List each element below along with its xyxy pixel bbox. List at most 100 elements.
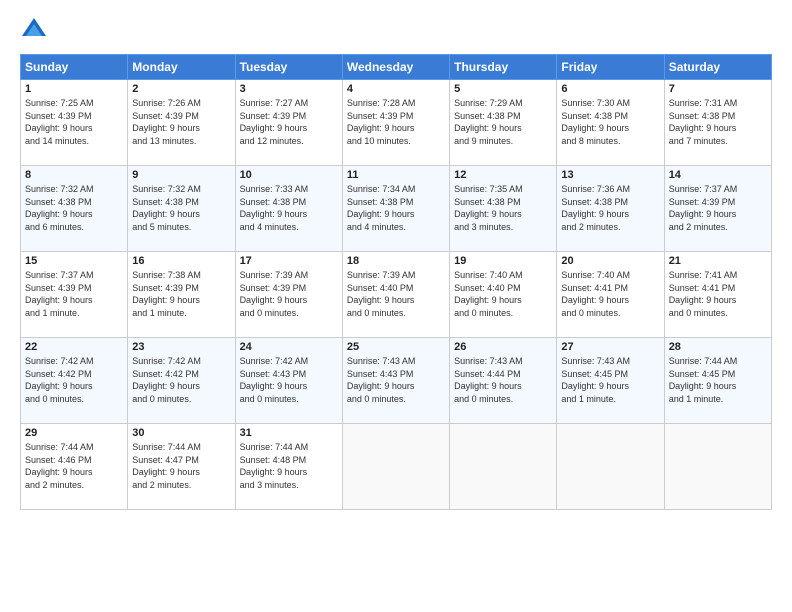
calendar-cell: 6 Sunrise: 7:30 AM Sunset: 4:38 PM Daylig… xyxy=(557,80,664,166)
calendar-header-row: SundayMondayTuesdayWednesdayThursdayFrid… xyxy=(21,55,772,80)
day-number: 2 xyxy=(132,83,230,95)
calendar-cell: 23 Sunrise: 7:42 AM Sunset: 4:42 PM Dayli… xyxy=(128,338,235,424)
cell-info: Sunrise: 7:37 AM Sunset: 4:39 PM Dayligh… xyxy=(669,183,767,233)
day-number: 22 xyxy=(25,341,123,353)
calendar-cell: 31 Sunrise: 7:44 AM Sunset: 4:48 PM Dayli… xyxy=(235,424,342,510)
day-header-sunday: Sunday xyxy=(21,55,128,80)
day-number: 17 xyxy=(240,255,338,267)
calendar-cell xyxy=(664,424,771,510)
cell-info: Sunrise: 7:30 AM Sunset: 4:38 PM Dayligh… xyxy=(561,97,659,147)
cell-info: Sunrise: 7:32 AM Sunset: 4:38 PM Dayligh… xyxy=(132,183,230,233)
calendar-cell: 16 Sunrise: 7:38 AM Sunset: 4:39 PM Dayli… xyxy=(128,252,235,338)
day-number: 18 xyxy=(347,255,445,267)
day-header-monday: Monday xyxy=(128,55,235,80)
calendar-cell: 5 Sunrise: 7:29 AM Sunset: 4:38 PM Daylig… xyxy=(450,80,557,166)
cell-info: Sunrise: 7:39 AM Sunset: 4:39 PM Dayligh… xyxy=(240,269,338,319)
day-header-wednesday: Wednesday xyxy=(342,55,449,80)
calendar-cell: 1 Sunrise: 7:25 AM Sunset: 4:39 PM Daylig… xyxy=(21,80,128,166)
calendar-cell: 30 Sunrise: 7:44 AM Sunset: 4:47 PM Dayli… xyxy=(128,424,235,510)
day-number: 5 xyxy=(454,83,552,95)
calendar-cell: 7 Sunrise: 7:31 AM Sunset: 4:38 PM Daylig… xyxy=(664,80,771,166)
day-number: 16 xyxy=(132,255,230,267)
calendar-week-2: 8 Sunrise: 7:32 AM Sunset: 4:38 PM Daylig… xyxy=(21,166,772,252)
calendar-week-3: 15Sunrise: 7:37 AM Sunset: 4:39 PM Dayli… xyxy=(21,252,772,338)
day-number: 7 xyxy=(669,83,767,95)
cell-info: Sunrise: 7:31 AM Sunset: 4:38 PM Dayligh… xyxy=(669,97,767,147)
day-header-tuesday: Tuesday xyxy=(235,55,342,80)
cell-info: Sunrise: 7:42 AM Sunset: 4:43 PM Dayligh… xyxy=(240,355,338,405)
logo-icon xyxy=(20,16,48,44)
calendar-cell: 22Sunrise: 7:42 AM Sunset: 4:42 PM Dayli… xyxy=(21,338,128,424)
calendar-cell: 29 Sunrise: 7:44 AM Sunset: 4:46 PM Dayli… xyxy=(21,424,128,510)
calendar-cell: 28 Sunrise: 7:44 AM Sunset: 4:45 PM Dayli… xyxy=(664,338,771,424)
cell-info: Sunrise: 7:38 AM Sunset: 4:39 PM Dayligh… xyxy=(132,269,230,319)
calendar-cell: 13 Sunrise: 7:36 AM Sunset: 4:38 PM Dayli… xyxy=(557,166,664,252)
day-number: 1 xyxy=(25,83,123,95)
page: SundayMondayTuesdayWednesdayThursdayFrid… xyxy=(0,0,792,612)
day-number: 25 xyxy=(347,341,445,353)
calendar-cell: 10Sunrise: 7:33 AM Sunset: 4:38 PM Dayli… xyxy=(235,166,342,252)
cell-info: Sunrise: 7:44 AM Sunset: 4:47 PM Dayligh… xyxy=(132,441,230,491)
cell-info: Sunrise: 7:26 AM Sunset: 4:39 PM Dayligh… xyxy=(132,97,230,147)
cell-info: Sunrise: 7:44 AM Sunset: 4:48 PM Dayligh… xyxy=(240,441,338,491)
calendar-cell: 21 Sunrise: 7:41 AM Sunset: 4:41 PM Dayli… xyxy=(664,252,771,338)
day-number: 6 xyxy=(561,83,659,95)
calendar-cell: 8 Sunrise: 7:32 AM Sunset: 4:38 PM Daylig… xyxy=(21,166,128,252)
cell-info: Sunrise: 7:43 AM Sunset: 4:45 PM Dayligh… xyxy=(561,355,659,405)
day-number: 20 xyxy=(561,255,659,267)
calendar-cell: 2 Sunrise: 7:26 AM Sunset: 4:39 PM Daylig… xyxy=(128,80,235,166)
cell-info: Sunrise: 7:40 AM Sunset: 4:41 PM Dayligh… xyxy=(561,269,659,319)
day-number: 4 xyxy=(347,83,445,95)
calendar-cell: 25 Sunrise: 7:43 AM Sunset: 4:43 PM Dayli… xyxy=(342,338,449,424)
calendar: SundayMondayTuesdayWednesdayThursdayFrid… xyxy=(20,54,772,510)
cell-info: Sunrise: 7:29 AM Sunset: 4:38 PM Dayligh… xyxy=(454,97,552,147)
day-header-friday: Friday xyxy=(557,55,664,80)
calendar-cell: 19 Sunrise: 7:40 AM Sunset: 4:40 PM Dayli… xyxy=(450,252,557,338)
calendar-cell xyxy=(342,424,449,510)
cell-info: Sunrise: 7:43 AM Sunset: 4:43 PM Dayligh… xyxy=(347,355,445,405)
day-number: 8 xyxy=(25,169,123,181)
cell-info: Sunrise: 7:40 AM Sunset: 4:40 PM Dayligh… xyxy=(454,269,552,319)
cell-info: Sunrise: 7:44 AM Sunset: 4:45 PM Dayligh… xyxy=(669,355,767,405)
day-number: 23 xyxy=(132,341,230,353)
day-number: 21 xyxy=(669,255,767,267)
day-number: 15 xyxy=(25,255,123,267)
day-number: 31 xyxy=(240,427,338,439)
day-number: 19 xyxy=(454,255,552,267)
calendar-cell: 4 Sunrise: 7:28 AM Sunset: 4:39 PM Daylig… xyxy=(342,80,449,166)
cell-info: Sunrise: 7:27 AM Sunset: 4:39 PM Dayligh… xyxy=(240,97,338,147)
day-number: 12 xyxy=(454,169,552,181)
day-number: 26 xyxy=(454,341,552,353)
day-number: 9 xyxy=(132,169,230,181)
day-number: 30 xyxy=(132,427,230,439)
cell-info: Sunrise: 7:42 AM Sunset: 4:42 PM Dayligh… xyxy=(132,355,230,405)
calendar-cell xyxy=(557,424,664,510)
cell-info: Sunrise: 7:44 AM Sunset: 4:46 PM Dayligh… xyxy=(25,441,123,491)
header xyxy=(20,16,772,44)
calendar-cell: 20 Sunrise: 7:40 AM Sunset: 4:41 PM Dayli… xyxy=(557,252,664,338)
calendar-cell: 3Sunrise: 7:27 AM Sunset: 4:39 PM Daylig… xyxy=(235,80,342,166)
calendar-cell: 12 Sunrise: 7:35 AM Sunset: 4:38 PM Dayli… xyxy=(450,166,557,252)
calendar-week-1: 1 Sunrise: 7:25 AM Sunset: 4:39 PM Daylig… xyxy=(21,80,772,166)
day-number: 24 xyxy=(240,341,338,353)
calendar-cell: 24 Sunrise: 7:42 AM Sunset: 4:43 PM Dayli… xyxy=(235,338,342,424)
cell-info: Sunrise: 7:34 AM Sunset: 4:38 PM Dayligh… xyxy=(347,183,445,233)
cell-info: Sunrise: 7:33 AM Sunset: 4:38 PM Dayligh… xyxy=(240,183,338,233)
cell-info: Sunrise: 7:43 AM Sunset: 4:44 PM Dayligh… xyxy=(454,355,552,405)
calendar-cell: 14 Sunrise: 7:37 AM Sunset: 4:39 PM Dayli… xyxy=(664,166,771,252)
cell-info: Sunrise: 7:32 AM Sunset: 4:38 PM Dayligh… xyxy=(25,183,123,233)
calendar-cell: 11 Sunrise: 7:34 AM Sunset: 4:38 PM Dayli… xyxy=(342,166,449,252)
cell-info: Sunrise: 7:36 AM Sunset: 4:38 PM Dayligh… xyxy=(561,183,659,233)
cell-info: Sunrise: 7:28 AM Sunset: 4:39 PM Dayligh… xyxy=(347,97,445,147)
day-number: 13 xyxy=(561,169,659,181)
day-number: 11 xyxy=(347,169,445,181)
day-number: 29 xyxy=(25,427,123,439)
cell-info: Sunrise: 7:25 AM Sunset: 4:39 PM Dayligh… xyxy=(25,97,123,147)
calendar-cell: 26 Sunrise: 7:43 AM Sunset: 4:44 PM Dayli… xyxy=(450,338,557,424)
logo xyxy=(20,16,52,44)
cell-info: Sunrise: 7:35 AM Sunset: 4:38 PM Dayligh… xyxy=(454,183,552,233)
day-number: 28 xyxy=(669,341,767,353)
calendar-week-5: 29 Sunrise: 7:44 AM Sunset: 4:46 PM Dayli… xyxy=(21,424,772,510)
cell-info: Sunrise: 7:41 AM Sunset: 4:41 PM Dayligh… xyxy=(669,269,767,319)
day-number: 14 xyxy=(669,169,767,181)
